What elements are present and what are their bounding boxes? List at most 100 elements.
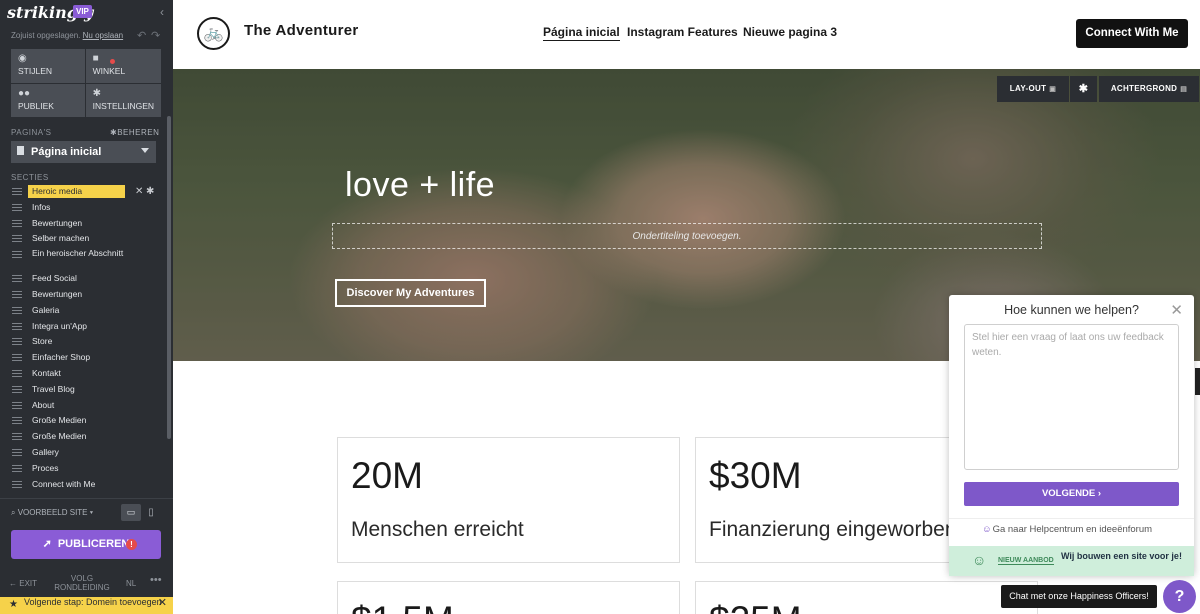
- hero-subtitle-placeholder[interactable]: Ondertiteling toevoegen.: [332, 223, 1042, 249]
- image-icon: ▤: [1180, 86, 1188, 93]
- smile-icon: ☺: [982, 524, 992, 535]
- drag-handle-icon[interactable]: [12, 322, 22, 330]
- section-item[interactable]: Große Medien: [11, 413, 161, 429]
- section-item[interactable]: Integra un'App: [11, 319, 161, 335]
- section-item[interactable]: Travel Blog: [11, 382, 161, 398]
- section-item[interactable]: Feed Social: [11, 271, 161, 287]
- styles-button[interactable]: ◉ STIJLEN: [11, 49, 85, 83]
- hero-button[interactable]: Discover My Adventures: [335, 279, 486, 307]
- drag-handle-icon[interactable]: [12, 251, 22, 259]
- tour-button[interactable]: VOLG RONDLEIDING: [52, 574, 112, 592]
- drag-handle-icon[interactable]: [12, 401, 22, 409]
- section-item[interactable]: Galeria: [11, 303, 161, 319]
- drag-handle-icon[interactable]: [12, 354, 22, 362]
- drag-handle-icon[interactable]: [12, 417, 22, 425]
- site-title[interactable]: The Adventurer: [244, 22, 359, 39]
- close-icon[interactable]: ✕: [1170, 301, 1183, 319]
- layout-button[interactable]: LAY-OUT ▣: [997, 76, 1069, 102]
- next-button[interactable]: VOLGENDE ›: [964, 482, 1179, 506]
- exit-button[interactable]: ← EXIT: [9, 579, 37, 588]
- preview-site-button[interactable]: ⌕ VOORBEELD SITE ▾: [11, 508, 93, 518]
- stat-card[interactable]: 20M Menschen erreicht: [337, 437, 680, 563]
- manage-pages-button[interactable]: ✱BEHEREN: [110, 128, 159, 137]
- section-item[interactable]: Gallery: [11, 445, 161, 461]
- section-item[interactable]: Selber machen: [11, 231, 161, 247]
- section-item[interactable]: Heroic media ✕ ✱: [11, 184, 161, 200]
- drag-handle-icon[interactable]: [12, 306, 22, 314]
- sidebar-scrollbar[interactable]: [167, 116, 171, 439]
- section-label: Gallery: [32, 446, 59, 457]
- save-status-text: Zojuist opgeslagen.: [11, 31, 81, 40]
- people-icon: ●●: [18, 87, 31, 99]
- drag-handle-icon[interactable]: [12, 290, 22, 298]
- drag-handle-icon[interactable]: [12, 338, 22, 346]
- more-icon[interactable]: •••: [150, 575, 162, 586]
- drag-handle-icon[interactable]: [12, 188, 22, 195]
- mobile-view-icon[interactable]: ▯: [145, 504, 157, 521]
- section-item[interactable]: Bewertungen: [11, 216, 161, 232]
- section-settings-icon[interactable]: ✱: [1070, 76, 1097, 102]
- audience-button[interactable]: ●● PUBLIEK: [11, 83, 85, 117]
- section-item[interactable]: About: [11, 398, 161, 414]
- section-item[interactable]: Einfacher Shop: [11, 350, 161, 366]
- help-question-icon[interactable]: ?: [1163, 580, 1196, 613]
- section-label: About: [32, 399, 55, 410]
- new-offer-banner[interactable]: ☺ NIEUW AANBOD Wij bouwen een site voor …: [949, 546, 1194, 576]
- save-now-link[interactable]: Nu opslaan: [83, 31, 123, 40]
- section-label: Infos: [32, 201, 51, 212]
- chat-prompt[interactable]: Chat met onze Happiness Officers!: [1001, 585, 1157, 608]
- connect-button[interactable]: Connect With Me: [1076, 19, 1188, 48]
- drag-handle-icon[interactable]: [12, 369, 22, 377]
- stat-card[interactable]: $25M: [695, 581, 1038, 614]
- section-item[interactable]: Große Medien: [11, 429, 161, 445]
- desktop-view-icon[interactable]: ▭: [121, 504, 141, 521]
- close-icon[interactable]: ✕: [158, 598, 167, 609]
- next-label: VOLGENDE: [1041, 488, 1096, 499]
- section-item[interactable]: Kontakt: [11, 366, 161, 382]
- hero-title[interactable]: love + life: [345, 166, 495, 205]
- nav-link-home[interactable]: Página inicial: [543, 25, 620, 41]
- next-step-bar[interactable]: ★ Volgende stap: Domein toevoegen ✕: [0, 597, 173, 614]
- drag-handle-icon[interactable]: [12, 385, 22, 393]
- section-item[interactable]: Infos: [11, 200, 161, 216]
- side-tab[interactable]: [1195, 368, 1200, 395]
- stat-label: Finanzierung eingeworben: [709, 518, 957, 541]
- settings-button[interactable]: ✱ INSTELLINGEN: [85, 83, 161, 117]
- palette-icon: ◉: [18, 53, 27, 64]
- layout-icon: ▣: [1049, 86, 1057, 93]
- help-question-textarea[interactable]: Stel hier een vraag of laat ons uw feedb…: [964, 324, 1179, 470]
- redo-icon[interactable]: ↷: [151, 29, 160, 42]
- drag-handle-icon[interactable]: [12, 464, 22, 472]
- drag-handle-icon[interactable]: [12, 448, 22, 456]
- collapse-sidebar-icon[interactable]: ‹: [160, 5, 164, 19]
- section-item[interactable]: Store: [11, 334, 161, 350]
- publish-button[interactable]: ➚ PUBLICEREN!: [11, 530, 161, 559]
- drag-handle-icon[interactable]: [12, 433, 22, 441]
- section-item[interactable]: Bewertungen: [11, 287, 161, 303]
- drag-handle-icon[interactable]: [12, 203, 22, 211]
- drag-handle-icon[interactable]: [12, 235, 22, 243]
- section-item[interactable]: Connect with Me: [11, 477, 161, 493]
- language-button[interactable]: NL: [126, 579, 136, 588]
- store-button[interactable]: ■ WINKEL: [85, 49, 161, 83]
- editor-sidebar: strikingly VIP ‹ Zojuist opgeslagen. Nu …: [0, 0, 173, 614]
- delete-icon[interactable]: ✕: [135, 184, 143, 200]
- stat-card[interactable]: $1.5M: [337, 581, 680, 614]
- undo-icon[interactable]: ↶: [137, 29, 146, 42]
- nav-link-instagram[interactable]: Instagram Features: [627, 25, 738, 39]
- helpcenter-link[interactable]: ☺ Ga naar Helpcentrum en ideeënforum: [949, 518, 1194, 546]
- background-button[interactable]: ACHTERGROND ▤: [1099, 76, 1199, 102]
- star-icon: ★: [9, 599, 18, 610]
- bicycle-icon[interactable]: 🚲: [197, 17, 230, 50]
- store-label: WINKEL: [92, 66, 126, 76]
- section-item[interactable]: Proces: [11, 461, 161, 477]
- nav-link-page3[interactable]: Nieuwe pagina 3: [743, 25, 837, 39]
- section-label: Bewertungen: [32, 217, 83, 228]
- section-label: Galeria: [32, 304, 60, 315]
- drag-handle-icon[interactable]: [12, 480, 22, 488]
- page-selector[interactable]: Página inicial: [11, 141, 156, 163]
- drag-handle-icon[interactable]: [12, 275, 22, 283]
- gear-icon[interactable]: ✱: [146, 184, 154, 200]
- drag-handle-icon[interactable]: [12, 219, 22, 227]
- section-item[interactable]: Ein heroischer Abschnitt: [11, 247, 161, 271]
